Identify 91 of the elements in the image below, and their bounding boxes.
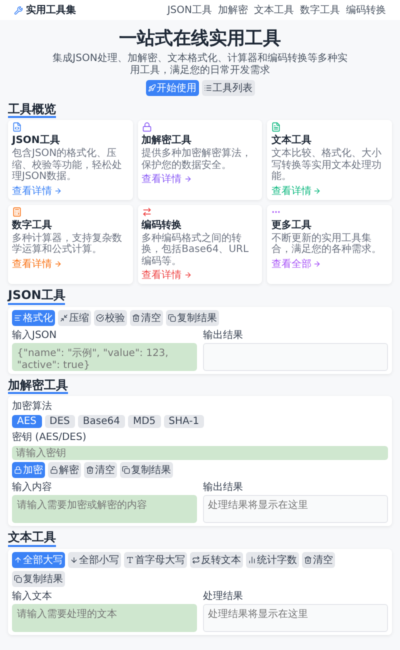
check-icon xyxy=(96,314,104,322)
tool-button[interactable]: 复制结果 xyxy=(12,570,65,587)
tool-button[interactable]: 解密 xyxy=(48,462,81,478)
field-label: 密钥 (AES/DES) xyxy=(12,430,88,444)
copy-icon xyxy=(168,314,176,322)
tool-button[interactable]: 压缩 xyxy=(58,310,91,326)
hero-button[interactable]: 工具列表 xyxy=(202,80,254,96)
arrow-right-icon xyxy=(54,260,62,268)
tool-button[interactable]: 反转文本 xyxy=(190,552,243,568)
tool-button[interactable]: 格式化 xyxy=(12,310,55,326)
card-title: 更多工具 xyxy=(271,218,312,232)
trash-icon xyxy=(86,466,94,474)
tool-button[interactable]: 全部小写 xyxy=(68,552,121,568)
field-label: 输出结果 xyxy=(203,328,244,342)
tool-button[interactable]: 首字母大写 xyxy=(124,552,187,568)
algorithm-tab[interactable]: AES xyxy=(12,415,42,428)
input-field[interactable]: {"name": "示例", "value": 123, "active": true} xyxy=(12,342,197,371)
section-title: 工具概览 xyxy=(8,102,56,118)
algorithm-tab[interactable]: MD5 xyxy=(128,415,161,428)
section-title: 加解密工具 xyxy=(8,378,68,394)
type-icon xyxy=(126,556,134,564)
section-title: JSON工具 xyxy=(8,288,66,305)
card-description: 提供多种加密解密算法，保护您的数据安全。 xyxy=(142,148,253,172)
tool-button[interactable]: 清空 xyxy=(84,462,117,478)
nav-link[interactable]: JSON工具 xyxy=(167,3,212,17)
trash-icon xyxy=(304,556,312,564)
card-title: 编码转换 xyxy=(142,218,183,232)
details-link[interactable]: 查看全部 xyxy=(271,256,388,271)
copy-icon xyxy=(14,574,22,583)
arrow-right-icon xyxy=(184,271,192,280)
algorithm-tab[interactable]: Base64 xyxy=(78,415,125,428)
wrench-icon xyxy=(14,6,23,14)
algorithm-tab[interactable]: SHA-1 xyxy=(164,415,204,428)
card-description: 多种编码格式之间的转换，包括Base64、URL编码等。 xyxy=(142,232,250,268)
tool-button[interactable]: 清空 xyxy=(302,552,335,568)
algorithm-tab[interactable]: DES xyxy=(44,415,75,428)
field-label: 输入文本 xyxy=(12,590,53,603)
card-title: 数字工具 xyxy=(12,218,53,232)
card-title: 加解密工具 xyxy=(142,134,193,148)
arrow-right-icon xyxy=(184,175,192,184)
minimize-icon xyxy=(60,314,68,322)
details-link[interactable]: 查看详情 xyxy=(142,172,258,186)
site-logo[interactable]: 实用工具集 xyxy=(14,3,76,17)
arrow-up-icon xyxy=(14,556,22,564)
field-label: 加密算法 xyxy=(12,400,53,414)
bar-chart-icon xyxy=(248,556,256,564)
arrow-right-icon xyxy=(313,260,322,268)
copy-icon xyxy=(122,466,130,474)
field-label: 输入JSON xyxy=(12,328,58,342)
field-label: 处理结果 xyxy=(203,590,244,603)
hero-subtitle: 集成JSON处理、加解密、文本格式化、计算器和编码转换等多种实用工具，满足您的日常开发需求 xyxy=(52,53,348,77)
tool-button[interactable]: 全部大写 xyxy=(12,552,65,568)
output-field[interactable]: 处理结果将显示在这里 xyxy=(203,495,388,524)
tool-button[interactable]: 校验 xyxy=(94,310,127,326)
tool-button[interactable]: 加密 xyxy=(12,462,45,478)
hero-title: 一站式在线实用工具 xyxy=(119,27,281,50)
card-title: JSON工具 xyxy=(12,134,61,148)
card-description: 不断更新的实用工具集合，满足您的各种需求。 xyxy=(271,232,382,256)
arrow-down-icon xyxy=(70,556,78,564)
arrow-right-icon xyxy=(313,186,322,195)
align-icon xyxy=(14,314,22,322)
hero-button[interactable]: 开始使用 xyxy=(146,80,198,96)
tool-button[interactable]: 复制结果 xyxy=(120,462,173,478)
tool-button[interactable]: 清空 xyxy=(130,310,163,326)
details-link[interactable]: 查看详情 xyxy=(12,184,129,198)
trash-icon xyxy=(132,314,140,322)
tool-button[interactable]: 复制结果 xyxy=(166,310,219,326)
nav-link[interactable]: 数字工具 xyxy=(300,3,340,17)
input-field[interactable]: 请输入需要处理的文本 xyxy=(12,604,197,632)
card-description: 多种计算器，支持复杂数学运算和公式计算。 xyxy=(12,232,123,256)
rocket-icon xyxy=(148,84,156,92)
field-label: 输入内容 xyxy=(12,480,53,494)
details-link[interactable]: 查看详情 xyxy=(142,268,258,282)
section-title: 文本工具 xyxy=(8,530,56,547)
input-field[interactable]: 请输入需要加密或解密的内容 xyxy=(12,495,197,524)
list-icon xyxy=(204,84,212,92)
tool-button[interactable]: 统计字数 xyxy=(246,552,299,568)
nav-link[interactable]: 编码转换 xyxy=(346,3,386,17)
key-field[interactable]: 请输入密钥 xyxy=(12,446,388,460)
card-title: 文本工具 xyxy=(271,134,312,148)
output-field[interactable]: 处理结果将显示在这里 xyxy=(203,604,388,632)
unlock-icon xyxy=(50,466,58,474)
nav-link[interactable]: 文本工具 xyxy=(254,3,294,17)
field-label: 输出结果 xyxy=(203,480,244,494)
card-description: 文本比较、格式化、大小写转换等实用文本处理功能。 xyxy=(271,148,382,183)
output-field[interactable] xyxy=(203,342,388,371)
nav-link[interactable]: 加解密 xyxy=(218,3,248,17)
repeat-icon xyxy=(192,556,200,564)
lock-icon xyxy=(14,466,22,474)
arrow-right-icon xyxy=(54,186,62,195)
card-description: 包含JSON的格式化、压缩、校验等功能，轻松处理JSON数据。 xyxy=(12,148,123,183)
